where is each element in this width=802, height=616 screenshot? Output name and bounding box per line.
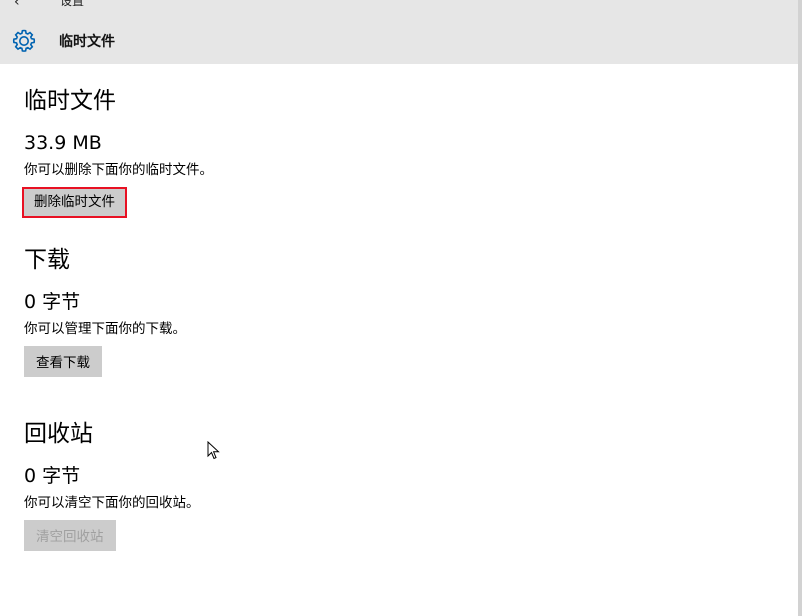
page-header: 临时文件 xyxy=(0,24,798,56)
section-description: 你可以管理下面你的下载。 xyxy=(24,321,186,337)
section-size: 0 字节 xyxy=(24,465,81,487)
section-size: 33.9 MB xyxy=(24,132,102,154)
view-downloads-button[interactable]: 查看下载 xyxy=(24,346,102,377)
empty-recycle-bin-button[interactable]: 清空回收站 xyxy=(24,520,116,551)
section-size: 0 字节 xyxy=(24,291,81,313)
back-button[interactable]: ‹ xyxy=(14,0,20,10)
gear-icon xyxy=(12,29,36,52)
mouse-cursor-icon xyxy=(207,441,220,460)
downloads-section: 下载 0 字节 你可以管理下面你的下载。 查看下载 xyxy=(24,245,186,377)
section-title: 临时文件 xyxy=(24,88,116,114)
section-description: 你可以清空下面你的回收站。 xyxy=(24,495,200,511)
close-icon[interactable] xyxy=(768,0,788,6)
section-title: 下载 xyxy=(24,247,70,273)
page-title: 临时文件 xyxy=(59,34,115,50)
title-bar: ‹ 设置 临时文件 xyxy=(0,0,798,64)
window-title: 设置 xyxy=(60,0,85,8)
maximize-icon[interactable] xyxy=(723,0,743,6)
window-edge xyxy=(798,0,802,616)
minimize-icon[interactable] xyxy=(677,0,697,6)
section-description: 你可以删除下面你的临时文件。 xyxy=(24,162,213,178)
recycle-bin-section: 回收站 0 字节 你可以清空下面你的回收站。 清空回收站 xyxy=(24,419,200,551)
delete-temp-files-button[interactable]: 删除临时文件 xyxy=(22,187,127,218)
section-title: 回收站 xyxy=(24,421,93,447)
temp-files-section: 临时文件 33.9 MB 你可以删除下面你的临时文件。 删除临时文件 xyxy=(22,86,213,218)
